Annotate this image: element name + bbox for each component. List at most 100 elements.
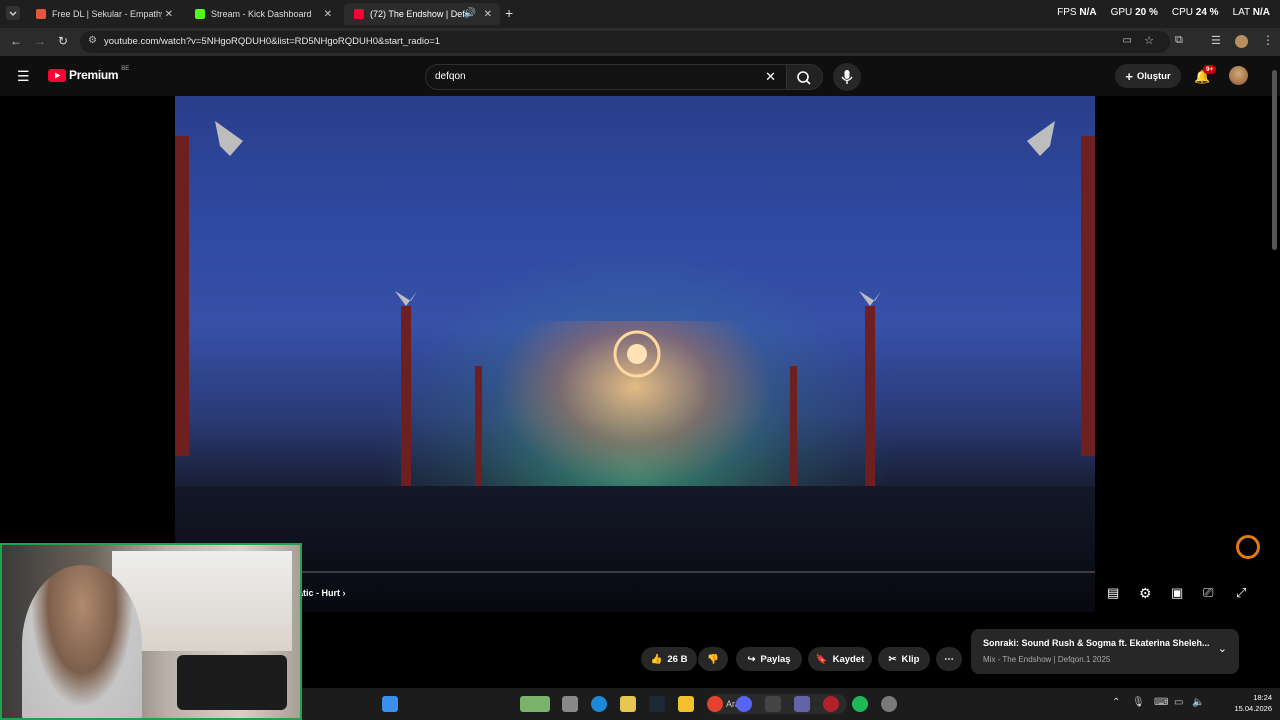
gpu-stat: GPU 20 % — [1111, 7, 1158, 18]
kick-icon — [195, 9, 205, 19]
subtitles-icon[interactable]: ▤ — [1107, 585, 1125, 603]
up-next-title: Sonraki: Sound Rush & Sogma ft. Ekaterin… — [983, 638, 1213, 648]
more-actions-button[interactable]: ⋯ — [936, 647, 962, 671]
store-icon[interactable] — [620, 696, 636, 712]
settings-gear-icon[interactable]: ⚙ — [1139, 585, 1157, 603]
lat-label: LAT — [1232, 7, 1250, 18]
browser-tab[interactable]: Free DL | Sekular - Empathy (G ✕ — [26, 3, 181, 25]
url-text: youtube.com/watch?v=5NHgoRQDUH0&list=RD5… — [104, 36, 441, 47]
app-icon[interactable] — [765, 696, 781, 712]
fps-value: N/A — [1079, 7, 1097, 18]
cast-icon[interactable]: ⎚ — [1203, 585, 1221, 603]
cpu-value: 24 % — [1195, 7, 1219, 18]
webcam-person — [22, 565, 142, 718]
dislike-button[interactable]: 👎 — [698, 647, 728, 671]
fullscreen-icon[interactable]: ⤢ — [1236, 585, 1254, 603]
reading-list-icon[interactable]: ☰ — [1211, 34, 1221, 47]
address-bar[interactable]: ⚙ youtube.com/watch?v=5NHgoRQDUH0&list=R… — [80, 31, 1170, 53]
bookmark-star-icon[interactable]: ☆ — [1144, 34, 1154, 47]
up-next-card[interactable]: Sonraki: Sound Rush & Sogma ft. Ekaterin… — [971, 629, 1239, 674]
fps-stat: FPS N/A — [1057, 7, 1096, 18]
windows-taskbar: ⌕ Ara ⌃ 🎙 ⌨ ▭ 🔈 18:24 15.04.2026 — [302, 688, 1280, 720]
cpu-stat: CPU 24 % — [1172, 7, 1219, 18]
reload-icon[interactable]: ↻ — [58, 34, 68, 48]
forward-icon[interactable]: → — [34, 34, 46, 48]
back-icon[interactable]: ← — [10, 34, 22, 48]
settings-app-icon[interactable] — [881, 696, 897, 712]
profile-avatar[interactable] — [1235, 35, 1248, 48]
clock-time: 18:24 — [1253, 693, 1272, 702]
account-avatar[interactable] — [1229, 66, 1248, 85]
extensions-icon[interactable]: ⧉ — [1175, 34, 1183, 47]
site-info-icon[interactable]: ⚙ — [88, 35, 97, 46]
more-horizontal-icon: ⋯ — [944, 653, 954, 665]
search-icon — [797, 71, 811, 85]
new-tab-button[interactable]: + — [505, 5, 513, 21]
install-app-icon[interactable]: ▭ — [1123, 35, 1132, 46]
steam-icon[interactable] — [649, 696, 665, 712]
chevron-down-icon[interactable]: ⌄ — [1218, 642, 1227, 655]
youtube-logo[interactable]: Premium BE — [48, 66, 129, 82]
close-tab-icon[interactable]: ✕ — [324, 9, 332, 20]
search-input[interactable]: defqon ✕ — [425, 64, 787, 90]
hamburger-menu-icon[interactable]: ☰ — [17, 68, 30, 85]
share-icon: ↪ — [747, 653, 756, 665]
file-explorer-icon[interactable] — [678, 696, 694, 712]
tray-overflow-icon[interactable]: ⌃ — [1112, 697, 1120, 708]
voice-search-button[interactable] — [833, 63, 861, 91]
chapter-button[interactable]: atic - Hurt › — [298, 588, 346, 598]
gpu-label: GPU — [1110, 7, 1133, 18]
task-view-icon[interactable] — [562, 696, 578, 712]
up-next-subtitle: Mix - The Endshow | Defqon.1 2025 — [983, 655, 1111, 664]
browser-tab-active[interactable]: (72) The Endshow | Defqon. 🔊 ✕ — [344, 3, 500, 25]
obs-icon[interactable] — [823, 696, 839, 712]
teams-icon[interactable] — [794, 696, 810, 712]
gpu-value: 20 % — [1135, 7, 1158, 18]
system-clock[interactable]: 18:24 15.04.2026 — [1234, 692, 1272, 714]
microphone-icon — [841, 70, 853, 84]
clip-button[interactable]: ✂ Klip — [878, 647, 930, 671]
network-icon[interactable]: ▭ — [1174, 697, 1183, 708]
lat-value: N/A — [1252, 7, 1270, 18]
close-tab-icon[interactable]: ✕ — [165, 9, 173, 20]
browser-tab[interactable]: Stream - Kick Dashboard ✕ — [185, 3, 340, 25]
soundcloud-icon — [36, 9, 46, 19]
tab-list-dropdown-icon[interactable] — [6, 6, 20, 20]
microphone-tray-icon[interactable]: 🎙 — [1132, 697, 1145, 708]
chapter-label: atic - Hurt — [298, 588, 341, 598]
tab-title: Free DL | Sekular - Empathy (G — [52, 9, 162, 19]
browser-menu-icon[interactable]: ⋮ — [1262, 33, 1274, 47]
miniplayer-icon[interactable]: ▣ — [1171, 585, 1189, 603]
thumbs-down-icon: 👎 — [707, 653, 719, 665]
share-button[interactable]: ↪ Paylaş — [736, 647, 802, 671]
create-button[interactable]: + Oluştur — [1115, 64, 1181, 88]
spotify-icon[interactable] — [852, 696, 868, 712]
keyboard-icon[interactable]: ⌨ — [1154, 697, 1168, 708]
like-count: 26 B — [667, 653, 688, 665]
volume-icon[interactable]: 🔈 — [1192, 697, 1204, 708]
chrome-icon[interactable] — [707, 696, 723, 712]
audio-playing-icon[interactable]: 🔊 — [464, 8, 476, 19]
windows-start-icon[interactable] — [382, 696, 398, 712]
close-tab-icon[interactable]: ✕ — [484, 9, 492, 20]
video-progress-bar[interactable] — [175, 571, 1095, 573]
up-next-prefix: Sonraki: — [983, 638, 1020, 648]
youtube-icon — [354, 9, 364, 19]
save-button[interactable]: 🔖 Kaydet — [808, 647, 872, 671]
youtube-header: ☰ Premium BE defqon ✕ + Oluştur 🔔 9+ — [0, 56, 1280, 96]
discord-icon[interactable] — [736, 696, 752, 712]
video-player[interactable] — [175, 96, 1095, 612]
clear-search-icon[interactable]: ✕ — [765, 69, 776, 85]
up-next-video-title: Sound Rush & Sogma ft. Ekaterina Sheleh.… — [1021, 638, 1210, 648]
like-button[interactable]: 👍 26 B — [641, 647, 697, 671]
notification-badge: 9+ — [1203, 65, 1217, 74]
widgets-icon[interactable] — [520, 696, 550, 712]
edge-icon[interactable] — [591, 696, 607, 712]
notifications-button[interactable]: 🔔 9+ — [1194, 65, 1217, 86]
browser-tab-strip: Free DL | Sekular - Empathy (G ✕ Stream … — [0, 0, 1280, 28]
scrollbar-thumb[interactable] — [1272, 70, 1277, 250]
bookmark-icon: 🔖 — [815, 653, 828, 665]
clock-date: 15.04.2026 — [1234, 704, 1272, 713]
search-button[interactable] — [787, 64, 823, 90]
webcam-overlay — [0, 543, 302, 720]
